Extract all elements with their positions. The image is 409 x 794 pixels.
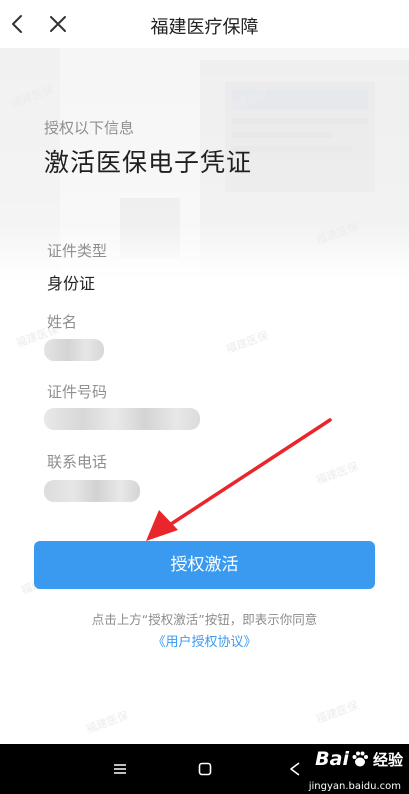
id-type-label: 证件类型 xyxy=(47,242,108,260)
name-value-redacted xyxy=(44,339,104,361)
consent-note: 点击上方“授权激活”按钮，即表示你同意 xyxy=(91,612,318,627)
baidu-jingyan-watermark: Bai 经验 xyxy=(315,748,403,770)
phone-label: 联系电话 xyxy=(47,453,108,471)
id-number-label: 证件号码 xyxy=(47,383,108,401)
screen: 福建医保 福建医保 福建医保 福建医保 福建医保 福建医保 福建医保 福建医保 … xyxy=(0,0,409,794)
top-bar: 福建医疗保障 xyxy=(0,0,409,48)
id-type-value: 身份证 xyxy=(47,274,96,293)
id-number-value-redacted xyxy=(44,408,200,430)
menu-icon xyxy=(114,764,126,774)
paw-icon xyxy=(352,751,368,767)
intro-subtitle: 授权以下信息 xyxy=(44,119,135,137)
watermark-product: 经验 xyxy=(372,750,403,769)
page-title: 福建医疗保障 xyxy=(150,17,259,38)
watermark-brand: Bai xyxy=(315,748,349,770)
name-label: 姓名 xyxy=(47,313,78,331)
phone-value-redacted xyxy=(44,480,140,502)
user-agreement-link[interactable]: 《用户授权协议》 xyxy=(0,631,409,650)
watermark-url: jingyan.baidu.com xyxy=(308,781,401,792)
square-home-icon xyxy=(198,762,212,776)
activate-button[interactable]: 授权激活 xyxy=(34,541,375,589)
home-button[interactable] xyxy=(193,757,217,781)
intro-heading: 激活医保电子凭证 xyxy=(44,148,253,177)
back-triangle-icon xyxy=(290,762,300,776)
authorization-form: 授权以下信息 激活医保电子凭证 证件类型 身份证 姓名 证件号码 联系电话 授权… xyxy=(0,0,409,794)
system-back-button[interactable] xyxy=(283,757,307,781)
menu-button[interactable] xyxy=(108,757,132,781)
